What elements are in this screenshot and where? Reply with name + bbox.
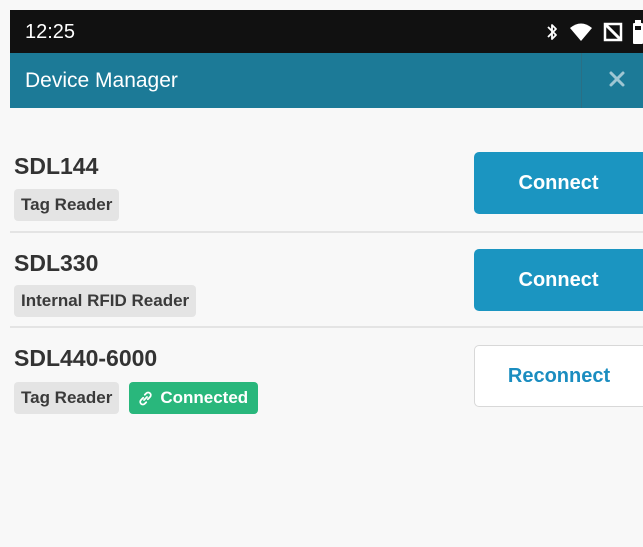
link-icon: [137, 390, 154, 407]
wifi-icon: [569, 22, 593, 42]
device-badges: Internal RFID Reader: [14, 285, 197, 317]
divider: [10, 231, 643, 233]
connected-label: Connected: [160, 388, 249, 407]
reconnect-button[interactable]: Reconnect: [474, 345, 643, 407]
no-signal-icon: [603, 22, 623, 42]
close-button[interactable]: [600, 64, 634, 98]
status-bar: 12:25: [10, 10, 643, 53]
status-time: 12:25: [25, 21, 76, 43]
device-type-badge: Tag Reader: [14, 382, 120, 414]
device-name: SDL144: [14, 153, 99, 179]
connected-badge: Connected: [129, 382, 259, 414]
device-name: SDL330: [14, 250, 99, 276]
status-icons: [545, 19, 643, 45]
device-badges: Tag Reader Connected: [14, 382, 259, 414]
divider: [10, 326, 643, 328]
app-bar: Device Manager: [10, 53, 643, 108]
battery-icon: [633, 20, 643, 44]
page-title: Device Manager: [25, 69, 178, 92]
device-type-badge: Tag Reader: [14, 189, 120, 221]
connect-button[interactable]: Connect: [474, 249, 643, 311]
device-badges: Tag Reader: [14, 189, 120, 221]
connect-button[interactable]: Connect: [474, 152, 643, 214]
device-name: SDL440-6000: [14, 345, 158, 371]
close-icon: [609, 71, 625, 92]
device-type-badge: Internal RFID Reader: [14, 285, 197, 317]
bluetooth-icon: [545, 22, 559, 42]
title-divider: [581, 53, 582, 108]
device-manager-screen: 12:25 Device Manager SDL144 Tag Reader C…: [0, 0, 643, 547]
